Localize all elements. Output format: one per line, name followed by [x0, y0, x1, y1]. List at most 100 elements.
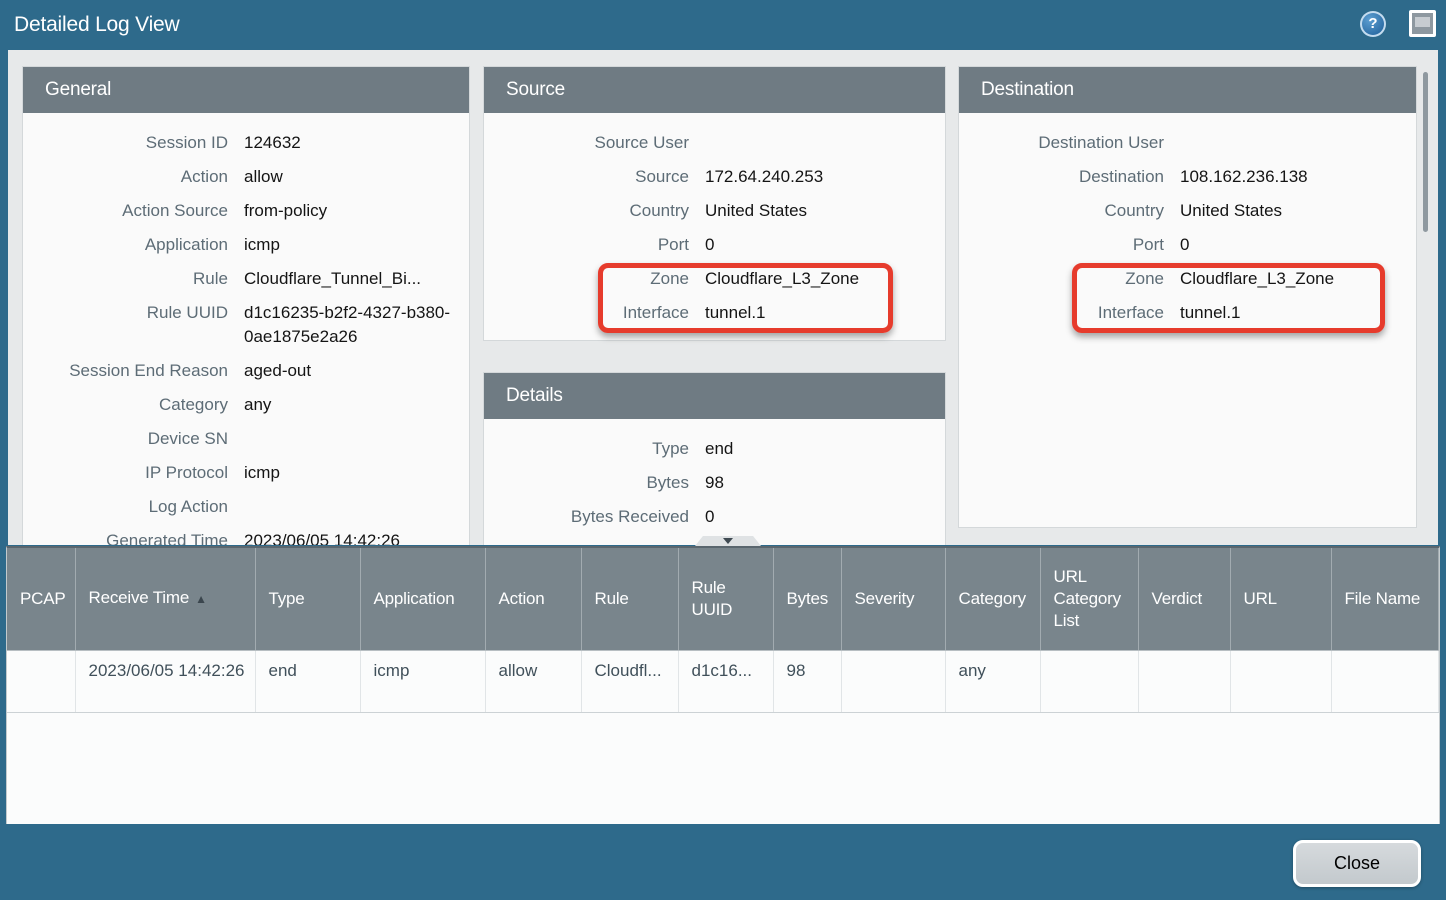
- window-restore-icon-pane: [1415, 17, 1430, 27]
- field-row-port: Port0: [484, 228, 945, 262]
- general-panel: General Session ID 124632 Actionallow Act…: [22, 66, 470, 545]
- help-icon[interactable]: ?: [1360, 11, 1386, 37]
- column-header-rule-uuid[interactable]: Rule UUID: [678, 548, 773, 650]
- cell-verdict: [1138, 650, 1230, 712]
- column-header-receive-time[interactable]: Receive Time▲: [75, 548, 255, 650]
- help-icon-glyph: ?: [1362, 13, 1384, 35]
- field-row-country: CountryUnited States: [959, 194, 1416, 228]
- field-value: Cloudflare_L3_Zone: [705, 267, 945, 291]
- field-label: Destination: [959, 165, 1164, 189]
- column-header-action[interactable]: Action: [485, 548, 581, 650]
- column-header-label: URL Category List: [1054, 567, 1121, 630]
- destination-panel-body: Destination User Destination 108.162.236.…: [959, 113, 1416, 330]
- cell-category: any: [945, 650, 1040, 712]
- field-label: Port: [959, 233, 1164, 257]
- column-header-verdict[interactable]: Verdict: [1138, 548, 1230, 650]
- field-value: 124632: [244, 131, 469, 155]
- column-header-label: URL: [1244, 589, 1277, 608]
- source-panel: Source Source User Source172.64.240.253 …: [483, 66, 946, 341]
- column-header-label: PCAP: [20, 589, 66, 608]
- cell-url: [1230, 650, 1331, 712]
- field-row-application: Applicationicmp: [23, 228, 469, 262]
- column-header-application[interactable]: Application: [360, 548, 485, 650]
- column-header-category[interactable]: Category: [945, 548, 1040, 650]
- field-label: Session ID: [23, 131, 228, 155]
- field-value: tunnel.1: [705, 301, 945, 325]
- field-label: Interface: [959, 301, 1164, 325]
- column-header-type[interactable]: Type: [255, 548, 360, 650]
- destination-panel: Destination Destination User Destination…: [958, 66, 1417, 528]
- cell-url-category-list: [1040, 650, 1138, 712]
- column-header-label: Type: [269, 589, 305, 608]
- field-label: Source User: [484, 131, 689, 155]
- general-panel-body: Session ID 124632 Actionallow Action Sour…: [23, 113, 469, 545]
- cell-rule-uuid: d1c16...: [678, 650, 773, 712]
- field-row-device-sn: Device SN: [23, 422, 469, 456]
- column-header-url-category-list[interactable]: URL Category List: [1040, 548, 1138, 650]
- column-header-label: File Name: [1345, 589, 1421, 608]
- field-label: IP Protocol: [23, 461, 228, 485]
- field-value: icmp: [244, 233, 469, 257]
- field-label: Session End Reason: [23, 359, 228, 383]
- column-header-pcap[interactable]: PCAP: [7, 548, 75, 650]
- log-table-row[interactable]: 2023/06/05 14:42:26 end icmp allow Cloud…: [7, 650, 1439, 712]
- field-value: tunnel.1: [1180, 301, 1416, 325]
- field-row-bytes: Bytes98: [484, 466, 945, 500]
- details-panel-body: Typeend Bytes98 Bytes Received0: [484, 419, 945, 534]
- field-value: icmp: [244, 461, 469, 485]
- vertical-scrollbar-thumb[interactable]: [1423, 72, 1428, 232]
- cell-type: end: [255, 650, 360, 712]
- details-panel: Details Typeend Bytes98 Bytes Received0: [483, 372, 946, 545]
- close-button[interactable]: Close: [1293, 840, 1421, 887]
- field-row-ip-protocol: IP Protocol icmp: [23, 456, 469, 490]
- field-value: end: [705, 437, 945, 461]
- column-header-label: Action: [499, 589, 545, 608]
- source-panel-body: Source User Source172.64.240.253 Country…: [484, 113, 945, 330]
- log-table: PCAP Receive Time▲ Type Application Acti…: [7, 548, 1439, 713]
- field-value: [705, 131, 945, 155]
- column-header-rule[interactable]: Rule: [581, 548, 678, 650]
- column-header-url[interactable]: URL: [1230, 548, 1331, 650]
- source-panel-header: Source: [484, 67, 945, 113]
- field-row-rule-uuid: Rule UUIDd1c16235-b2f2-4327-b380-0ae1875…: [23, 296, 469, 354]
- window-restore-icon[interactable]: [1409, 10, 1436, 37]
- chevron-down-icon: [723, 538, 733, 544]
- column-header-label: Verdict: [1152, 589, 1203, 608]
- field-value: [244, 495, 469, 519]
- field-row-log-action: Log Action: [23, 490, 469, 524]
- details-panel-header: Details: [484, 373, 945, 419]
- splitter-collapse-handle[interactable]: [695, 536, 761, 546]
- column-header-label: Application: [374, 589, 455, 608]
- column-header-label: Rule UUID: [692, 578, 733, 619]
- field-value: d1c16235-b2f2-4327-b380-0ae1875e2a26: [244, 301, 469, 349]
- cell-receive-time: 2023/06/05 14:42:26: [75, 650, 255, 712]
- field-label: Category: [23, 393, 228, 417]
- field-label: Device SN: [23, 427, 228, 451]
- field-row-source: Source172.64.240.253: [484, 160, 945, 194]
- general-panel-header: General: [23, 67, 469, 113]
- field-row-rule: RuleCloudflare_Tunnel_Bi...: [23, 262, 469, 296]
- field-row-category: Categoryany: [23, 388, 469, 422]
- cell-severity: [841, 650, 945, 712]
- field-value: [1180, 131, 1416, 155]
- field-label: Zone: [959, 267, 1164, 291]
- cell-action: allow: [485, 650, 581, 712]
- cell-bytes: 98: [773, 650, 841, 712]
- field-row-port: Port0: [959, 228, 1416, 262]
- field-row-session-end-reason: Session End Reasonaged-out: [23, 354, 469, 388]
- field-label: Generated Time: [23, 529, 228, 545]
- cell-pcap: [7, 650, 75, 712]
- column-header-bytes[interactable]: Bytes: [773, 548, 841, 650]
- column-header-file-name[interactable]: File Name: [1331, 548, 1439, 650]
- field-value: United States: [705, 199, 945, 223]
- field-row-action-source: Action Sourcefrom-policy: [23, 194, 469, 228]
- column-header-severity[interactable]: Severity: [841, 548, 945, 650]
- field-value: 108.162.236.138: [1180, 165, 1416, 189]
- field-row-generated-time: Generated Time2023/06/05 14:42:26: [23, 524, 469, 545]
- cell-file-name: [1331, 650, 1439, 712]
- field-value: Cloudflare_Tunnel_Bi...: [244, 267, 469, 291]
- destination-panel-header: Destination: [959, 67, 1416, 113]
- field-value: Cloudflare_L3_Zone: [1180, 267, 1416, 291]
- field-label: Destination User: [959, 131, 1164, 155]
- field-row-action: Actionallow: [23, 160, 469, 194]
